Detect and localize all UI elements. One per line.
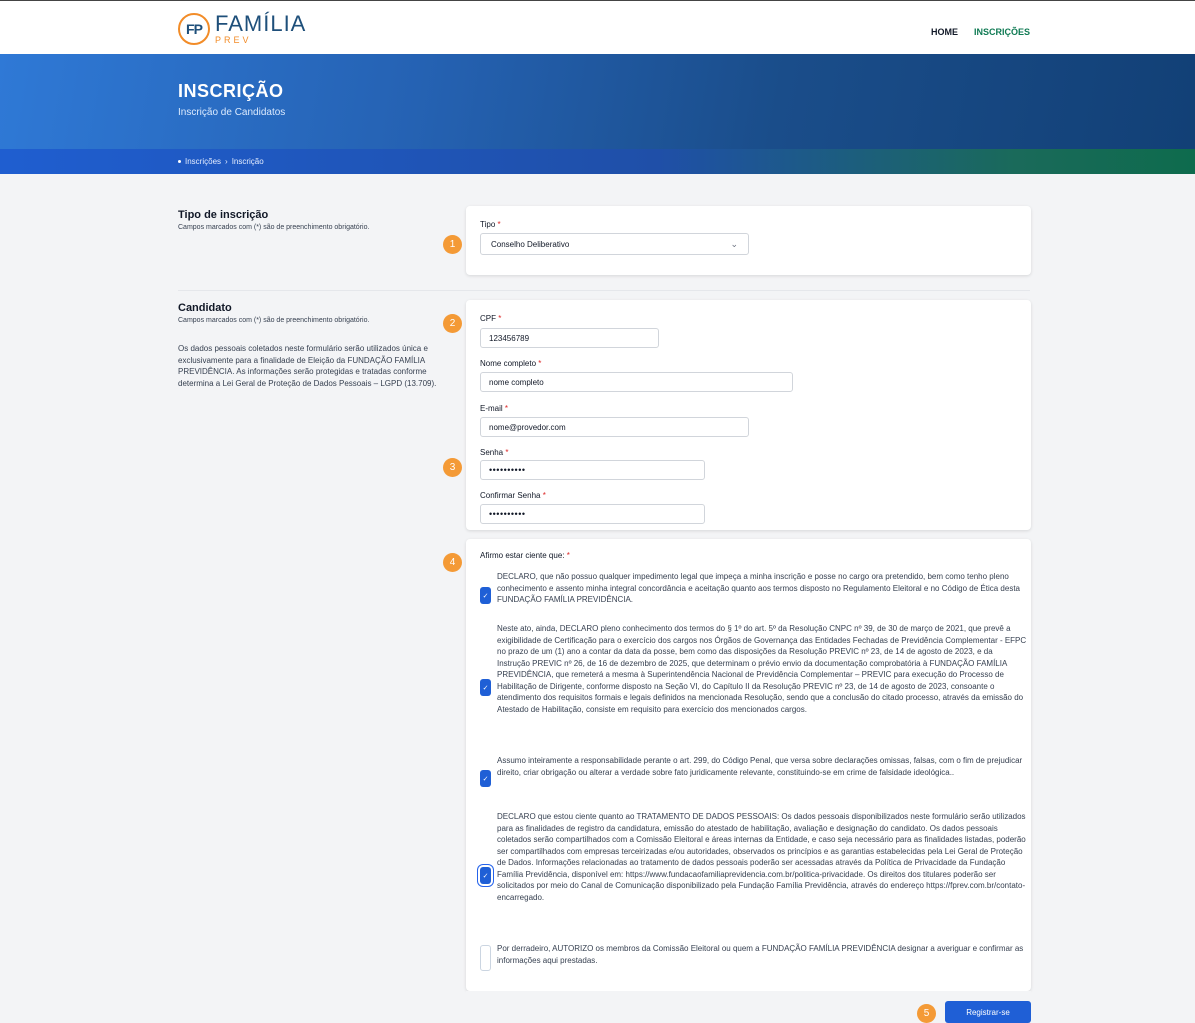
check-icon: ✓	[482, 592, 489, 600]
section-divider	[178, 290, 1030, 291]
step-badge-4: 4	[443, 553, 462, 572]
declaracao-checkbox-2[interactable]: ✓	[480, 679, 491, 696]
candidato-card: CPF * Nome completo * E-mail * Senha * C…	[466, 300, 1031, 530]
section-candidato-title: Candidato	[178, 302, 232, 314]
page-title: INSCRIÇÃO	[178, 81, 284, 101]
nav-inscricoes-link[interactable]: INSCRIÇÕES	[974, 27, 1030, 37]
declaracao-text-5: Por derradeiro, AUTORIZO os membros da C…	[497, 944, 1024, 965]
declaracoes-label: Afirmo estar ciente que: *	[480, 551, 570, 560]
lgpd-notice: Os dados pessoais coletados neste formul…	[178, 344, 437, 388]
step-badge-5: 5	[917, 1004, 936, 1023]
top-navbar: FP FAMÍLIA PREV HOME INSCRIÇÕES	[0, 0, 1195, 54]
registrar-button[interactable]: Registrar-se	[945, 1001, 1031, 1023]
tipo-card: Tipo * Conselho Deliberativo ⌄	[466, 206, 1031, 275]
section-tipo-hint: Campos marcados com (*) são de preenchim…	[178, 224, 370, 231]
section-candidato-hint: Campos marcados com (*) são de preenchim…	[178, 317, 370, 324]
step-badge-2: 2	[443, 314, 462, 333]
tipo-selected-value: Conselho Deliberativo	[491, 239, 570, 249]
nome-completo-input[interactable]	[480, 372, 793, 392]
declaracao-item-5: Por derradeiro, AUTORIZO os membros da C…	[480, 943, 1030, 973]
declaracao-item-1: ✓ DECLARO, que não possuo qualquer imped…	[480, 571, 1030, 611]
declaracao-checkbox-3[interactable]: ✓	[480, 770, 491, 787]
cpf-input[interactable]	[480, 328, 659, 348]
step-badge-1: 1	[443, 235, 462, 254]
breadcrumb-item-inscricoes[interactable]: Inscrições	[185, 157, 221, 166]
step-badge-3: 3	[443, 458, 462, 477]
nav-home-link[interactable]: HOME	[931, 27, 958, 37]
declaracao-checkbox-4[interactable]: ✓	[480, 867, 491, 884]
check-icon: ✓	[482, 872, 489, 880]
page-subtitle: Inscrição de Candidatos	[178, 107, 286, 118]
breadcrumb-bar: Inscrições › Inscrição	[0, 149, 1195, 174]
breadcrumb-item-current: Inscrição	[231, 157, 264, 166]
declaracao-item-4: ✓ DECLARO que estou ciente quanto ao TRA…	[480, 811, 1030, 936]
declaracao-text-1: DECLARO, que não possuo qualquer impedim…	[497, 572, 1020, 604]
declaracao-text-3: Assumo inteiramente a responsabilidade p…	[497, 756, 1023, 777]
chevron-down-icon: ⌄	[730, 238, 738, 249]
brand-logo[interactable]: FP FAMÍLIA PREV	[178, 11, 306, 47]
declaracao-checkbox-5[interactable]	[480, 945, 491, 971]
confirmar-senha-input[interactable]	[480, 504, 705, 524]
tipo-label: Tipo *	[480, 220, 501, 229]
cpf-label: CPF *	[480, 314, 502, 323]
logo-mark-icon: FP	[178, 13, 210, 45]
nome-label: Nome completo *	[480, 359, 542, 368]
confirmar-senha-label: Confirmar Senha *	[480, 491, 546, 500]
logo-subtitle: PREV	[215, 35, 252, 45]
declaracao-text-2: Neste ato, ainda, DECLARO pleno conhecim…	[497, 624, 1027, 714]
breadcrumb-dot-icon	[178, 160, 181, 163]
check-icon: ✓	[482, 684, 489, 692]
senha-input[interactable]	[480, 460, 705, 480]
senha-label: Senha *	[480, 448, 509, 457]
main-nav: HOME INSCRIÇÕES	[931, 27, 1030, 37]
section-tipo-title: Tipo de inscrição	[178, 209, 269, 221]
tipo-select[interactable]: Conselho Deliberativo ⌄	[480, 233, 749, 255]
declaracao-checkbox-1[interactable]: ✓	[480, 587, 491, 604]
check-icon: ✓	[482, 775, 489, 783]
breadcrumb-separator: ›	[225, 157, 228, 166]
email-label: E-mail *	[480, 404, 509, 413]
declaracao-item-2: ✓ Neste ato, ainda, DECLARO pleno conhec…	[480, 623, 1030, 743]
declaracao-item-3: ✓ Assumo inteiramente a responsabilidade…	[480, 755, 1030, 795]
email-input[interactable]	[480, 417, 749, 437]
logo-wordmark: FAMÍLIA	[215, 11, 307, 36]
breadcrumb: Inscrições › Inscrição	[178, 157, 264, 166]
declaracao-text-4: DECLARO que estou ciente quanto ao TRATA…	[497, 812, 1026, 902]
page-hero: INSCRIÇÃO Inscrição de Candidatos	[0, 54, 1195, 149]
